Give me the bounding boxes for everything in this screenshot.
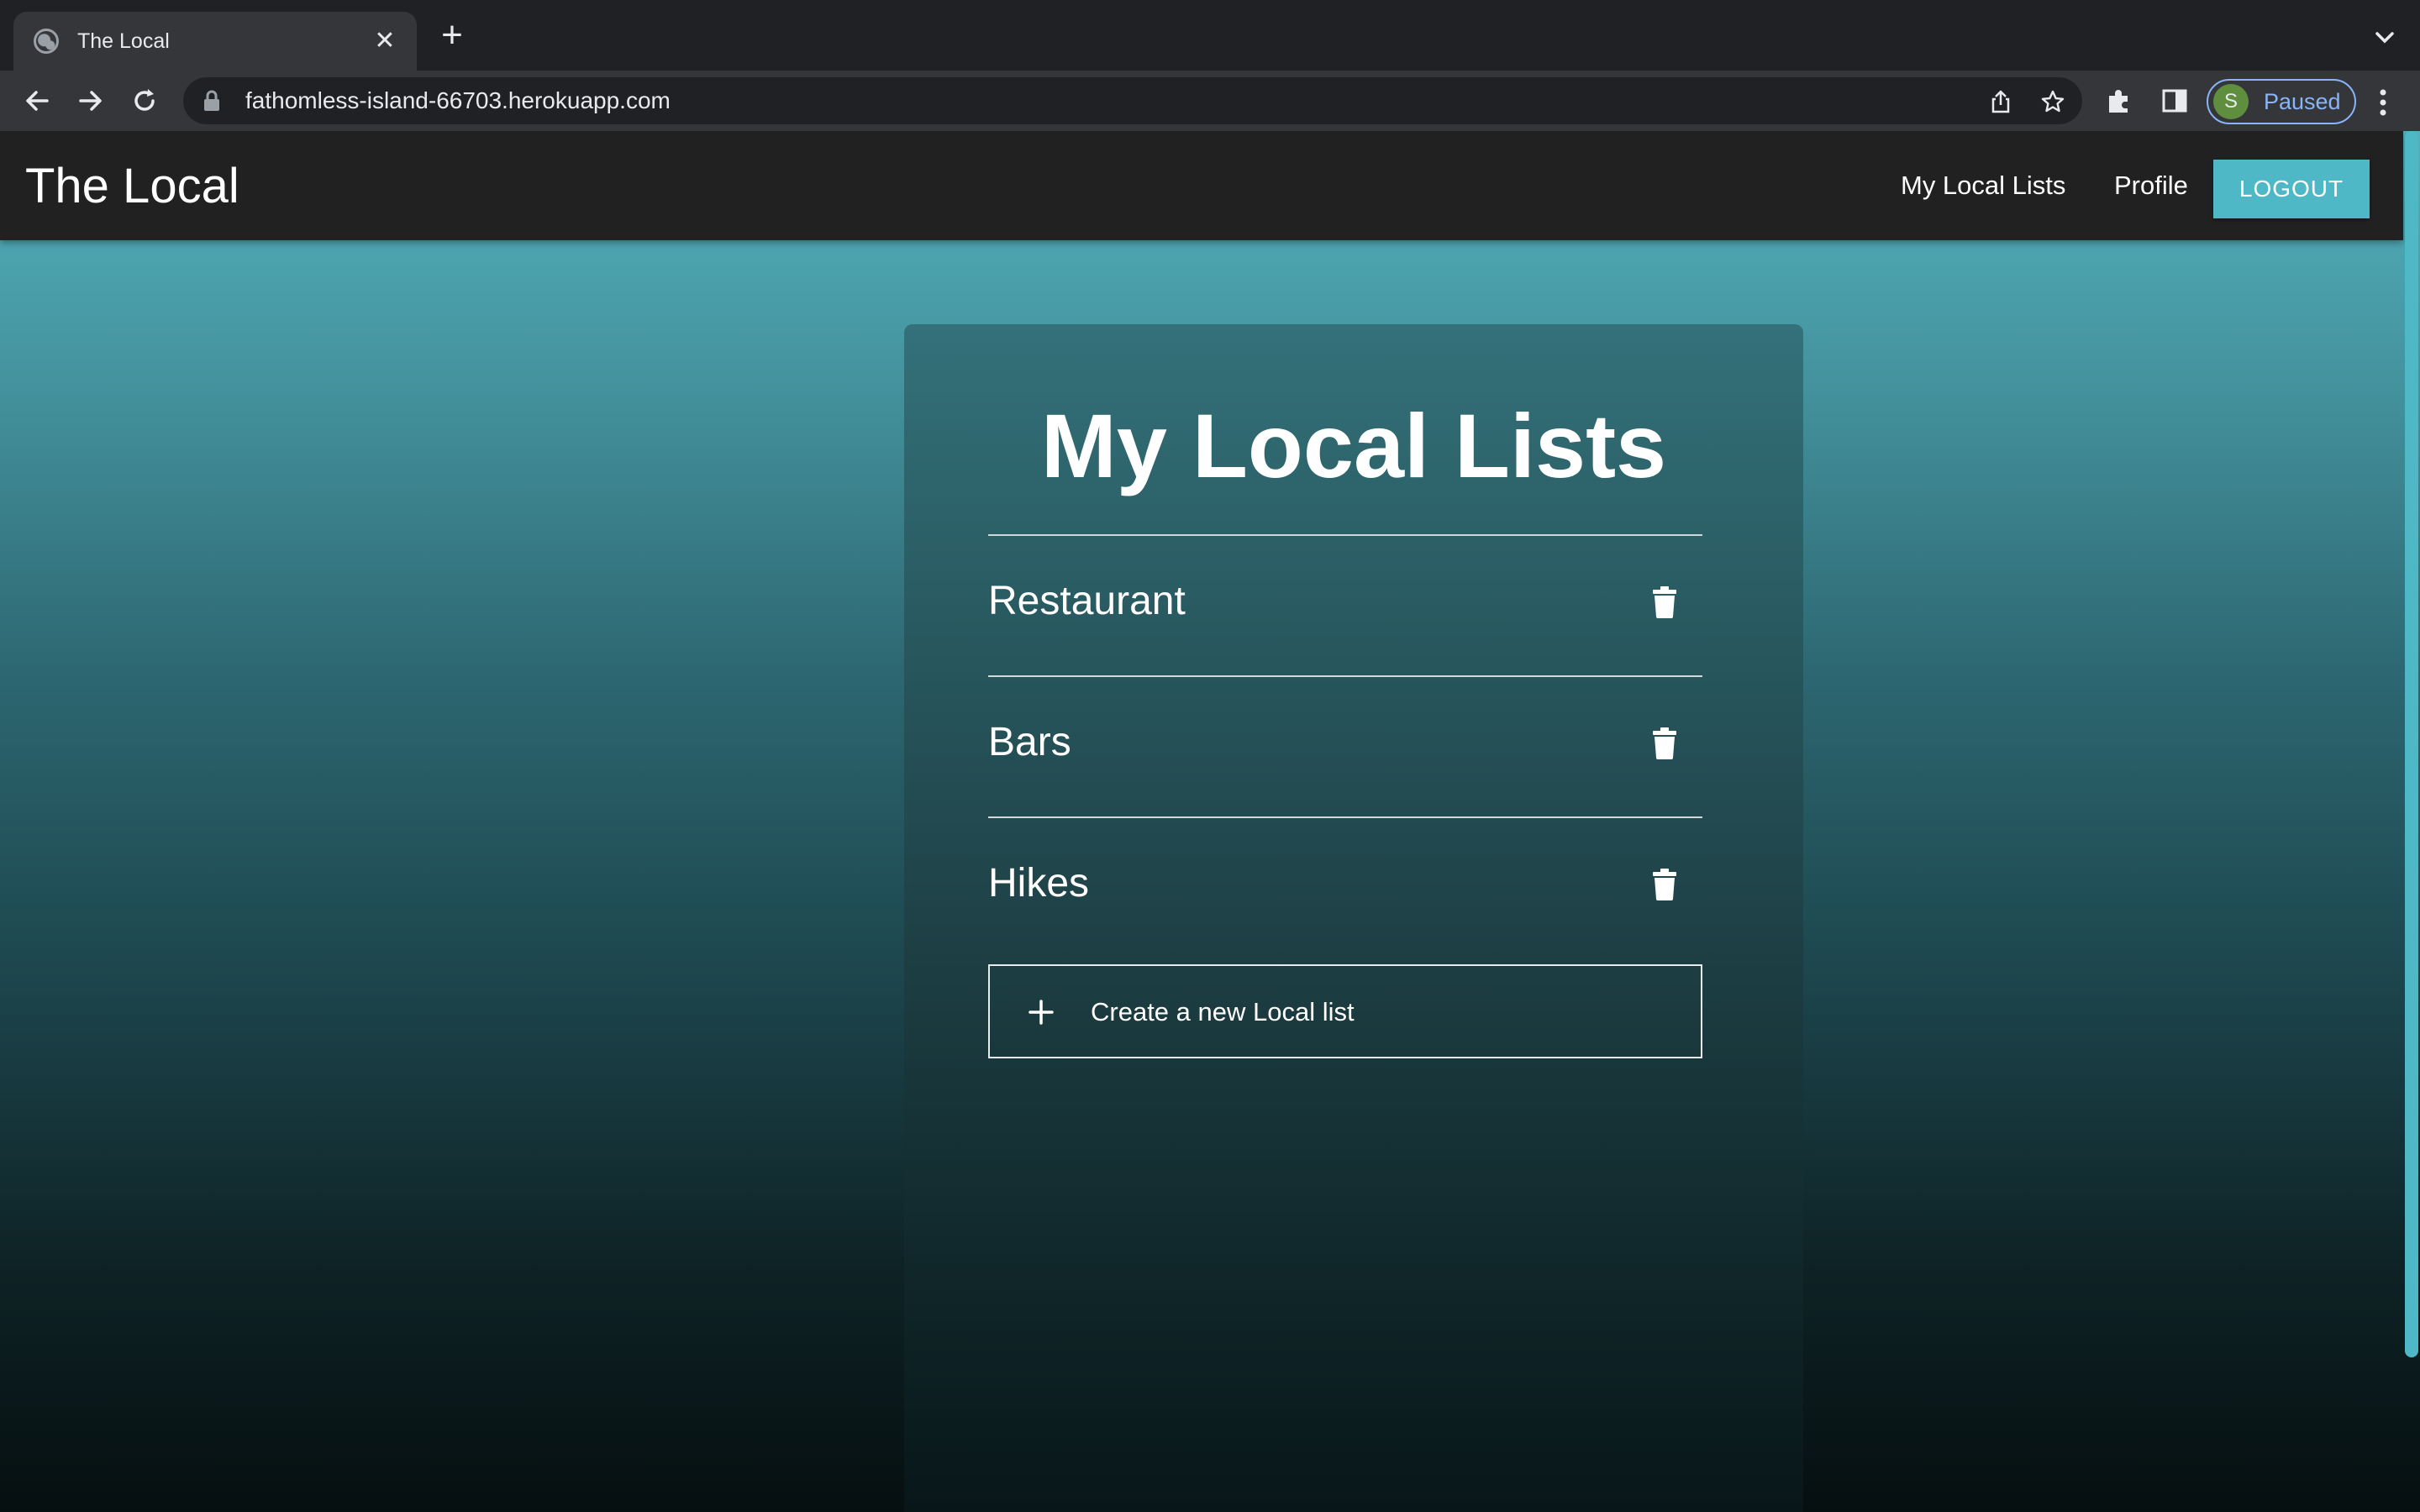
trash-icon[interactable] — [1652, 586, 1677, 618]
address-bar[interactable]: fathomless-island-66703.herokuapp.com — [183, 77, 2082, 124]
browser-toolbar: fathomless-island-66703.herokuapp.com — [0, 71, 2420, 131]
nav-link-profile[interactable]: Profile — [2114, 170, 2188, 202]
browser-tab[interactable]: The Local ✕ — [13, 12, 417, 71]
profile-status: Paused — [2264, 88, 2341, 114]
list-item-bars[interactable]: Bars — [988, 677, 1702, 818]
plus-icon — [1028, 1000, 1054, 1025]
nav-link-my-local-lists[interactable]: My Local Lists — [1901, 170, 2065, 202]
new-tab-button[interactable]: + — [437, 17, 467, 54]
extensions-puzzle-icon[interactable] — [2104, 86, 2134, 116]
trash-icon[interactable] — [1652, 869, 1677, 900]
page-viewport: The Local My Local Lists Profile LOGOUT … — [0, 131, 2420, 1512]
list-item-label[interactable]: Hikes — [988, 858, 1089, 909]
profile-chip[interactable]: S Paused — [2207, 79, 2356, 124]
list-item-label[interactable]: Bars — [988, 717, 1071, 768]
tab-close-icon[interactable]: ✕ — [370, 26, 400, 56]
site-navbar: The Local My Local Lists Profile LOGOUT — [0, 131, 2403, 240]
globe-icon — [34, 29, 59, 54]
site-brand[interactable]: The Local — [25, 160, 239, 213]
page-scrollbar[interactable] — [2403, 131, 2420, 1512]
browser-tabstrip: The Local ✕ + — [0, 0, 2420, 71]
list-item-label[interactable]: Restaurant — [988, 576, 1186, 627]
lists-card: My Local Lists Restaurant Bars Hikes Cre… — [904, 324, 1803, 1512]
tab-title: The Local — [77, 29, 170, 53]
tab-search-chevron-icon[interactable] — [2373, 25, 2396, 49]
forward-arrow-icon[interactable] — [76, 86, 106, 116]
url-text[interactable]: fathomless-island-66703.herokuapp.com — [245, 87, 671, 114]
list-item-hikes[interactable]: Hikes — [988, 818, 1702, 959]
scrollbar-thumb[interactable] — [2405, 131, 2418, 1357]
lock-icon — [204, 90, 219, 111]
back-arrow-icon[interactable] — [22, 86, 52, 116]
bookmark-star-icon[interactable] — [2040, 89, 2065, 114]
more-menu-icon[interactable] — [2375, 86, 2391, 119]
trash-icon[interactable] — [1652, 727, 1677, 759]
side-panel-icon[interactable] — [2160, 86, 2190, 116]
reload-icon[interactable] — [129, 86, 160, 116]
create-list-button[interactable]: Create a new Local list — [988, 964, 1702, 1058]
create-list-label: Create a new Local list — [1091, 997, 1355, 1026]
share-icon[interactable] — [1988, 89, 2013, 114]
avatar: S — [2213, 84, 2249, 119]
logout-button[interactable]: LOGOUT — [2213, 160, 2370, 218]
page-title: My Local Lists — [1040, 395, 1667, 496]
list-item-restaurant[interactable]: Restaurant — [988, 536, 1702, 677]
